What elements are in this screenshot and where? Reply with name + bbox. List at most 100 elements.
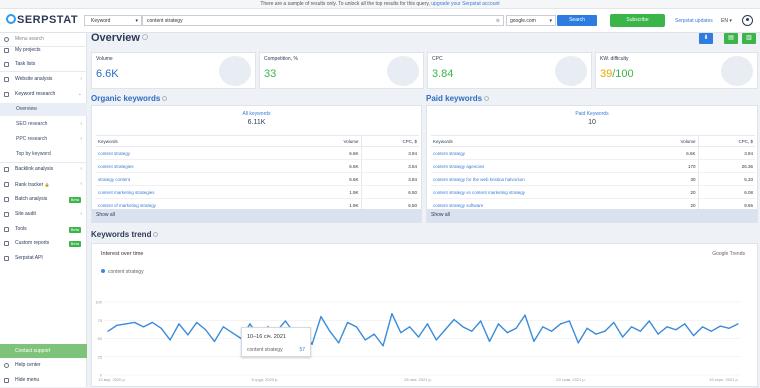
paid-keywords-link[interactable]: Paid Keywords	[427, 111, 757, 117]
data-point[interactable]	[409, 326, 411, 328]
user-avatar-icon[interactable]	[742, 15, 753, 26]
data-point[interactable]	[213, 340, 216, 343]
data-point[interactable]	[471, 330, 473, 332]
data-point[interactable]	[453, 318, 455, 321]
sidebar-item-serpstat-api[interactable]: Serpstat API	[0, 252, 87, 265]
help-center-link[interactable]: Help center	[0, 359, 87, 372]
data-point[interactable]	[710, 330, 712, 332]
data-point[interactable]	[391, 313, 393, 315]
export-button[interactable]: ⬇	[699, 33, 713, 44]
sidebar-item-tools[interactable]: Tools Beta	[0, 223, 87, 236]
data-point[interactable]	[222, 326, 224, 328]
cpc-column-header[interactable]: CPC, $	[360, 135, 419, 147]
data-point[interactable]	[142, 326, 145, 328]
data-point[interactable]	[630, 326, 633, 328]
data-point[interactable]	[346, 321, 349, 324]
keyword-link[interactable]: strategy content	[96, 172, 341, 186]
data-point[interactable]	[382, 345, 384, 347]
data-point[interactable]	[178, 323, 180, 325]
trend-chart[interactable]: 025507510013 вер. 2020 р. 6 груд. 2020 р.…	[92, 244, 759, 388]
data-point[interactable]	[444, 329, 446, 331]
data-point[interactable]	[205, 329, 207, 331]
data-point[interactable]	[373, 333, 375, 335]
data-point[interactable]	[551, 330, 553, 332]
data-point[interactable]	[506, 332, 508, 334]
sidebar-item-task-lists[interactable]: Task lists	[0, 58, 87, 71]
data-point[interactable]	[320, 316, 322, 318]
organic-show-all-button[interactable]: Show all	[92, 209, 421, 222]
comment-button[interactable]: ▤	[724, 33, 738, 44]
sidebar-item-rank-tracker[interactable]: Rank tracker 🔒 ‹	[0, 178, 87, 191]
keyword-link[interactable]: content strategy vs content marketing st…	[431, 185, 676, 199]
sidebar-item-keyword-research[interactable]: Keyword research ⌄	[0, 88, 87, 101]
search-button[interactable]: Search	[557, 15, 597, 26]
data-point[interactable]	[160, 327, 162, 329]
data-point[interactable]	[604, 330, 606, 332]
data-point[interactable]	[684, 323, 686, 325]
data-point[interactable]	[462, 326, 464, 328]
data-point[interactable]	[364, 339, 366, 341]
data-point[interactable]	[311, 343, 313, 345]
help-icon[interactable]	[162, 96, 168, 101]
volume-column-header[interactable]: Volume	[676, 135, 698, 147]
help-icon[interactable]	[141, 34, 148, 40]
data-point[interactable]	[701, 326, 704, 328]
language-select[interactable]: EN ▾	[721, 18, 732, 24]
data-point[interactable]	[728, 327, 730, 329]
data-point[interactable]	[284, 320, 287, 322]
data-point[interactable]	[231, 332, 233, 334]
data-point[interactable]	[497, 323, 500, 325]
sidebar-item-seo-research[interactable]: SEO research ‹	[0, 118, 87, 131]
data-point[interactable]	[595, 333, 597, 335]
data-point[interactable]	[488, 340, 491, 343]
data-point[interactable]	[737, 323, 739, 325]
cpc-column-header[interactable]: CPC, $	[697, 135, 755, 147]
sidebar-item-overview[interactable]: Overview	[0, 103, 87, 116]
sidebar-item-ppc-research[interactable]: PPC research ‹	[0, 133, 87, 146]
data-point[interactable]	[169, 339, 171, 341]
keyword-column-header[interactable]: Keywords	[431, 135, 676, 147]
sidebar-item-my-projects[interactable]: My projects	[0, 44, 87, 57]
upgrade-link[interactable]: upgrade your Serpstat account	[431, 1, 499, 7]
data-point[interactable]	[151, 321, 153, 324]
data-point[interactable]	[524, 314, 526, 316]
data-point[interactable]	[125, 323, 127, 325]
search-type-select[interactable]: Keyword ▾	[84, 15, 142, 26]
keyword-column-header[interactable]: Keywords	[96, 135, 341, 147]
data-point[interactable]	[435, 339, 437, 341]
data-point[interactable]	[586, 327, 588, 329]
data-point[interactable]	[249, 323, 251, 325]
help-icon[interactable]	[153, 232, 159, 237]
clear-icon[interactable]: ⊗	[496, 16, 500, 26]
sidebar-item-top-by-keyword[interactable]: Top by keyword	[0, 148, 87, 161]
data-point[interactable]	[639, 330, 641, 332]
keyword-link[interactable]: content strategies	[96, 159, 341, 173]
data-point[interactable]	[719, 325, 721, 327]
sidebar-item-custom-reports[interactable]: Custom reports Beta	[0, 237, 87, 250]
data-point[interactable]	[134, 321, 136, 324]
notes-button[interactable]: ▥	[742, 33, 756, 44]
data-point[interactable]	[338, 342, 340, 344]
data-point[interactable]	[622, 336, 624, 338]
serpstat-updates-link[interactable]: Serpstat updates	[675, 18, 713, 24]
keyword-link[interactable]: content strategy agencies	[431, 159, 676, 173]
data-point[interactable]	[417, 336, 420, 338]
sidebar-item-website-analysis[interactable]: Website analysis ‹	[0, 73, 87, 86]
data-point[interactable]	[568, 320, 571, 322]
paid-keywords-title[interactable]: Paid keywords	[426, 94, 490, 103]
sidebar-item-backlink-analysis[interactable]: Backlink analysis ‹	[0, 163, 87, 176]
data-point[interactable]	[187, 334, 189, 336]
data-point[interactable]	[355, 326, 358, 328]
data-point[interactable]	[515, 327, 517, 329]
keyword-link[interactable]: content strategy	[431, 146, 676, 160]
paid-show-all-button[interactable]: Show all	[427, 209, 757, 222]
organic-keywords-title[interactable]: Organic keywords	[91, 94, 168, 103]
sidebar-item-batch-analysis[interactable]: Batch analysis Beta	[0, 193, 87, 206]
data-point[interactable]	[559, 323, 562, 325]
data-point[interactable]	[693, 334, 695, 337]
keyword-link[interactable]: content strategy	[96, 146, 341, 160]
keyword-link[interactable]: content marketing strategies	[96, 185, 341, 199]
data-point[interactable]	[675, 329, 677, 331]
help-icon[interactable]	[484, 96, 490, 101]
serpstat-logo[interactable]: SERPSTAT	[6, 14, 78, 26]
